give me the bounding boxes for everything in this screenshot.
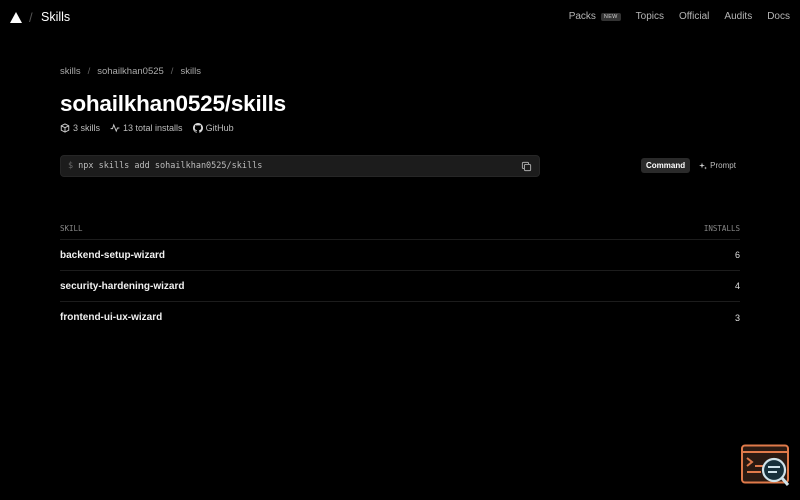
mode-toggle: Command Prompt xyxy=(641,158,741,173)
nav-item-packs[interactable]: Packs NEW xyxy=(569,11,621,22)
cube-icon xyxy=(60,123,70,133)
copy-icon[interactable] xyxy=(521,161,532,172)
triangle-logo-icon[interactable] xyxy=(10,12,22,23)
table-row[interactable]: backend-setup-wizard 6 xyxy=(60,240,740,271)
command-tab-label: Command xyxy=(646,161,686,170)
main-nav: Packs NEW Topics Official Audits Docs xyxy=(554,11,790,22)
terminal-search-widget-icon[interactable] xyxy=(741,444,791,489)
activity-icon xyxy=(110,123,120,133)
breadcrumb-skills[interactable]: skills xyxy=(60,66,81,77)
prompt-tab[interactable]: Prompt xyxy=(694,158,741,173)
github-link-label[interactable]: GitHub xyxy=(206,123,234,133)
skills-count-label: 3 skills xyxy=(73,123,101,133)
skill-name[interactable]: security-hardening-wizard xyxy=(60,281,184,292)
nav-link-docs[interactable]: Docs xyxy=(767,11,790,22)
command-tab[interactable]: Command xyxy=(641,158,691,173)
command-prompt-symbol: $ xyxy=(68,161,74,171)
nav-link-audits[interactable]: Audits xyxy=(724,11,752,22)
skill-installs: 4 xyxy=(734,281,740,291)
skill-name[interactable]: frontend-ui-ux-wizard xyxy=(60,312,162,323)
skills-table: SKILL INSTALLS backend-setup-wizard 6 se… xyxy=(60,217,740,333)
brand-name[interactable]: Skills xyxy=(41,10,70,24)
breadcrumb-separator: / xyxy=(170,66,174,77)
installs-count: 13 total installs xyxy=(110,123,183,133)
breadcrumb-repo[interactable]: skills xyxy=(180,66,201,77)
table-row[interactable]: security-hardening-wizard 4 xyxy=(60,271,740,302)
new-badge: NEW xyxy=(600,12,621,21)
breadcrumb-separator: / xyxy=(87,66,91,77)
github-icon xyxy=(192,123,203,133)
install-command-box[interactable]: $ npx skills add sohailkhan0525/skills xyxy=(60,155,540,177)
breadcrumb: skills / sohailkhan0525 / skills xyxy=(60,66,201,77)
skill-installs: 3 xyxy=(734,312,740,323)
skills-count: 3 skills xyxy=(60,123,100,133)
table-row[interactable]: frontend-ui-ux-wizard 3 xyxy=(60,302,740,333)
nav-item-audits[interactable]: Audits xyxy=(724,11,752,22)
nav-item-official[interactable]: Official xyxy=(679,11,709,22)
nav-link-topics[interactable]: Topics xyxy=(636,11,664,22)
github-link[interactable]: GitHub xyxy=(192,123,234,133)
header-separator: / xyxy=(29,10,33,25)
nav-link-official[interactable]: Official xyxy=(679,11,709,22)
nav-item-topics[interactable]: Topics xyxy=(636,11,664,22)
breadcrumb-owner[interactable]: sohailkhan0525 xyxy=(97,66,164,77)
install-command-text[interactable]: npx skills add sohailkhan0525/skills xyxy=(78,161,262,171)
page-title: sohailkhan0525/skills xyxy=(60,91,286,116)
nav-item-docs[interactable]: Docs xyxy=(767,11,790,22)
sparkle-icon xyxy=(699,162,708,169)
table-header: SKILL INSTALLS xyxy=(60,217,740,240)
column-header-installs: INSTALLS xyxy=(703,223,740,233)
repo-meta: 3 skills 13 total installs GitHub xyxy=(60,123,244,133)
nav-link-packs[interactable]: Packs xyxy=(569,11,596,22)
prompt-tab-label: Prompt xyxy=(710,161,736,170)
skill-name[interactable]: backend-setup-wizard xyxy=(60,250,165,261)
installs-count-label: 13 total installs xyxy=(123,123,183,133)
skill-installs: 6 xyxy=(734,250,740,260)
top-bar: / Skills Packs NEW Topics Official Audit… xyxy=(0,0,800,36)
column-header-skill: SKILL xyxy=(60,223,83,233)
